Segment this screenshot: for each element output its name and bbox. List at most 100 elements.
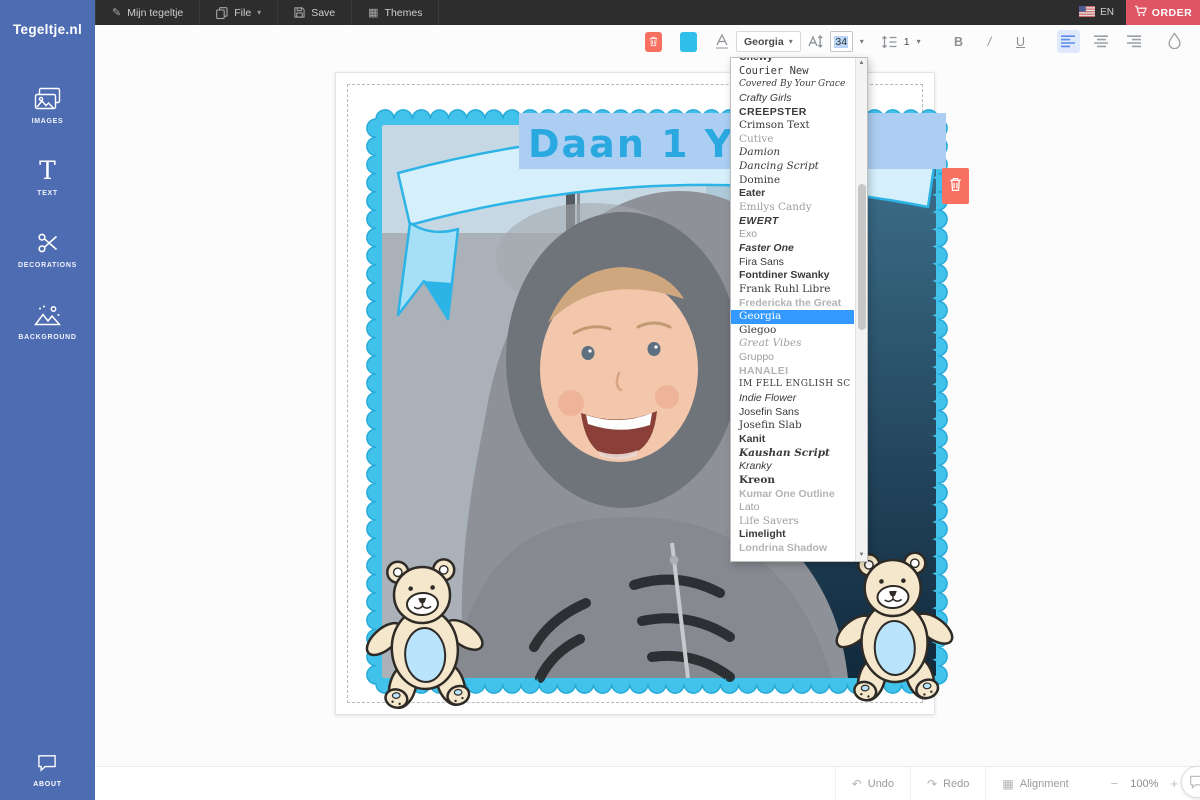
app-logo[interactable]: Tegeltje.nl: [13, 22, 82, 37]
font-option[interactable]: Ewert: [731, 215, 854, 229]
sidebar-item-text[interactable]: T TEXT: [0, 153, 95, 201]
sidebar-item-decorations[interactable]: DECORATIONS: [0, 225, 95, 273]
sidebar-item-label: IMAGES: [32, 118, 64, 125]
font-option[interactable]: Chewy: [731, 57, 854, 65]
font-family-dropdown[interactable]: Chewy Courier New Covered By Your Grace …: [730, 57, 868, 562]
sidebar: Tegeltje.nl IMAGES T TEXT: [0, 0, 95, 800]
delete-element-button[interactable]: [942, 168, 969, 204]
font-option[interactable]: Indie Flower: [731, 392, 854, 406]
cart-icon: [1134, 5, 1147, 20]
italic-button[interactable]: /: [978, 30, 1001, 53]
scroll-down-icon[interactable]: ▼: [856, 551, 867, 560]
font-option[interactable]: Exo: [731, 228, 854, 242]
font-option[interactable]: Kaushan Script: [731, 447, 854, 461]
font-option[interactable]: Georgia: [731, 310, 854, 324]
sidebar-item-images[interactable]: IMAGES: [0, 81, 95, 129]
menu-mijn-tegeltje[interactable]: ✎ Mijn tegeltje: [95, 0, 200, 25]
sidebar-item-label: TEXT: [37, 190, 58, 197]
font-family-icon: [715, 34, 729, 49]
font-option[interactable]: Faster One: [731, 242, 854, 256]
font-option[interactable]: IM Fell English SC: [731, 378, 854, 392]
font-option[interactable]: Glegoo: [731, 324, 854, 338]
color-picker-button[interactable]: [1168, 32, 1181, 52]
align-center-button[interactable]: [1090, 30, 1113, 53]
font-option[interactable]: Fira Sans: [731, 256, 854, 270]
menu-file[interactable]: File ▾: [200, 0, 278, 25]
font-option[interactable]: Life Savers: [731, 515, 854, 529]
line-height-caret-icon[interactable]: ▾: [917, 37, 921, 46]
menu-label: Themes: [385, 7, 423, 19]
font-option[interactable]: Gruppo: [731, 351, 854, 365]
redo-button[interactable]: ↷ Redo: [910, 767, 985, 800]
font-option[interactable]: Emilys Candy: [731, 201, 854, 215]
dropdown-scrollbar[interactable]: ▲ ▼: [855, 58, 867, 561]
font-list: Chewy Courier New Covered By Your Grace …: [731, 57, 867, 556]
font-option[interactable]: Damion: [731, 146, 854, 160]
alignment-label: Alignment: [1020, 778, 1069, 790]
underline-button[interactable]: U: [1009, 30, 1032, 53]
pencil-icon: ✎: [112, 6, 121, 19]
font-option[interactable]: Kanit: [731, 433, 854, 447]
font-option[interactable]: Crimson Text: [731, 119, 854, 133]
text-color-swatch[interactable]: [680, 32, 697, 52]
chat-bubble-icon: [1189, 775, 1200, 789]
font-option[interactable]: Kumar One Outline: [731, 488, 854, 502]
save-icon: [294, 7, 305, 18]
undo-button[interactable]: ↶ Undo: [835, 767, 910, 800]
zoom-out-button[interactable]: −: [1111, 776, 1119, 791]
font-size-caret-icon[interactable]: ▾: [860, 37, 864, 46]
align-right-button[interactable]: [1123, 30, 1146, 53]
font-size-value: 34: [834, 36, 848, 48]
font-family-select[interactable]: Georgia ▾: [736, 31, 801, 52]
font-option[interactable]: Hanalei: [731, 365, 854, 379]
delete-text-swatch[interactable]: [645, 32, 662, 52]
text-icon: T: [39, 157, 56, 185]
font-option[interactable]: Creepster: [731, 106, 854, 120]
font-option[interactable]: Limelight: [731, 528, 854, 542]
font-option[interactable]: Frank Ruhl Libre: [731, 283, 854, 297]
zoom-in-button[interactable]: +: [1170, 776, 1178, 791]
font-option[interactable]: Courier New: [731, 65, 854, 79]
align-left-button[interactable]: [1057, 30, 1080, 53]
font-option[interactable]: Josefin Sans: [731, 406, 854, 420]
menu-save[interactable]: Save: [278, 0, 352, 25]
mountains-icon: [34, 301, 61, 329]
sidebar-item-background[interactable]: BACKGROUND: [0, 297, 95, 345]
font-option[interactable]: Domine: [731, 174, 854, 188]
zoom-controls: − 100% +: [1085, 776, 1178, 791]
top-menu-bar: ✎ Mijn tegeltje File ▾ Save ▦ Themes: [95, 0, 1200, 25]
font-option[interactable]: Dancing Script: [731, 160, 854, 174]
zoom-level: 100%: [1130, 778, 1158, 790]
font-option[interactable]: Lato: [731, 501, 854, 515]
font-option[interactable]: Fontdiner Swanky: [731, 269, 854, 283]
font-option[interactable]: Fredericka the Great: [731, 297, 854, 311]
font-option[interactable]: Crafty Girls: [731, 92, 854, 106]
sidebar-item-about[interactable]: ABOUT: [33, 754, 61, 788]
trash-icon: [949, 177, 962, 195]
app-root: ✎ Mijn tegeltje File ▾ Save ▦ Themes: [0, 0, 1200, 800]
font-option[interactable]: Josefin Slab: [731, 419, 854, 433]
font-option[interactable]: Covered By Your Grace: [731, 78, 854, 92]
font-size-input[interactable]: 34: [830, 31, 853, 52]
alignment-button[interactable]: ▦ Alignment: [985, 767, 1084, 800]
line-height-value[interactable]: 1: [904, 36, 910, 48]
font-option[interactable]: Great Vibes: [731, 337, 854, 351]
droplet-icon: [1168, 32, 1181, 49]
scrollbar-thumb[interactable]: [858, 184, 866, 330]
font-option[interactable]: Kranky: [731, 460, 854, 474]
bold-button[interactable]: B: [947, 30, 970, 53]
font-option[interactable]: Kreon: [731, 474, 854, 488]
scroll-up-icon[interactable]: ▲: [856, 59, 867, 68]
sidebar-nav: IMAGES T TEXT DECORATIONS: [0, 81, 95, 345]
font-controls: Georgia ▾ 34 ▾ 1 ▾: [715, 31, 921, 52]
language-selector[interactable]: EN: [1067, 0, 1126, 25]
text-toolbar: Georgia ▾ 34 ▾ 1 ▾ B / U: [95, 25, 1200, 61]
font-option[interactable]: Eater: [731, 187, 854, 201]
order-button[interactable]: ORDER: [1126, 0, 1200, 25]
chevron-down-icon: ▾: [789, 37, 793, 46]
bottom-bar: ↶ Undo ↷ Redo ▦ Alignment − 100% +: [95, 766, 1200, 800]
font-option[interactable]: Londrina Shadow: [731, 542, 854, 556]
images-icon: [34, 85, 61, 113]
font-option[interactable]: Cutive: [731, 133, 854, 147]
menu-themes[interactable]: ▦ Themes: [352, 0, 439, 25]
